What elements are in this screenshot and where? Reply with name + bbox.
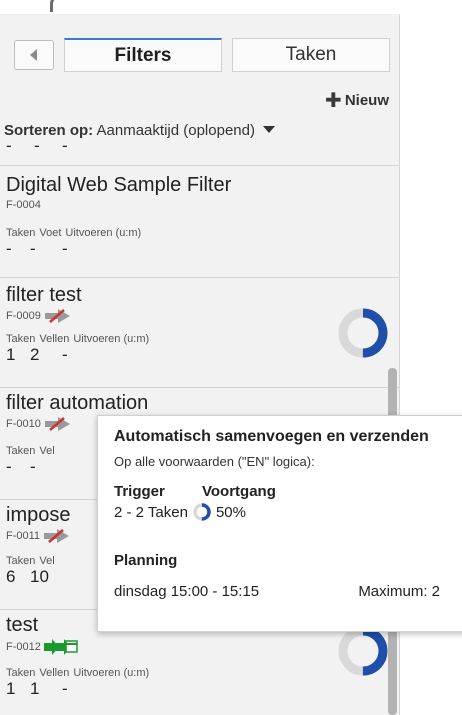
top-strip (0, 0, 462, 14)
sort-value[interactable]: Aanmaaktijd (oplopend) (97, 122, 255, 139)
new-filter-label: Nieuw (344, 92, 389, 109)
value: - (6, 239, 12, 258)
filter-item[interactable]: filter test F-0009 Taken Vellen Uitvoere… (0, 278, 399, 388)
disabled-arrow-icon (44, 417, 70, 431)
filter-id: F-0004 (6, 199, 399, 211)
column-label: Taken (6, 667, 36, 679)
progress-ring (338, 308, 388, 358)
value: - (62, 345, 68, 364)
column-label: Vel (39, 445, 55, 457)
maximum-text: Maximum: 2 (358, 583, 440, 600)
partial-value: - (34, 136, 40, 155)
schedule-text: dinsdag 15:00 - 15:15 (114, 583, 260, 600)
value: 1 (6, 345, 16, 364)
partial-value: - (62, 136, 68, 155)
chevron-left-icon (30, 49, 37, 61)
new-filter-button[interactable]: ✚ Nieuw (325, 89, 389, 112)
value: 1 (6, 679, 16, 698)
progress-heading: Voortgang (202, 483, 276, 500)
column-label: Taken (6, 227, 36, 239)
value: - (6, 457, 12, 476)
value: 1 (30, 679, 40, 698)
filter-id-text: F-0010 (6, 418, 41, 430)
tab-filters[interactable]: Filters (64, 38, 222, 72)
column-label: Taken (6, 445, 36, 457)
filter-id-text: F-0009 (6, 310, 41, 322)
trigger-value: 2 - 2 Taken (114, 503, 188, 521)
tooltip-headers: Trigger Voortgang (114, 483, 460, 500)
progress-ring-small (193, 503, 211, 521)
tooltip-values: 2 - 2 Taken 50% (114, 502, 460, 522)
schedule-row: dinsdag 15:00 - 15:15 Maximum: 2 (114, 583, 460, 600)
tooltip-title: Automatisch samenvoegen en verzenden (114, 428, 429, 445)
disabled-arrow-icon (44, 529, 70, 543)
sort-label: Sorteren op: (4, 122, 94, 139)
partial-value: - (6, 136, 12, 155)
column-label: Vellen (39, 333, 70, 345)
filter-id-text: F-0012 (6, 641, 41, 653)
filter-values: - - - (6, 239, 399, 259)
filter-name: filter test (6, 284, 82, 306)
caret-down-icon[interactable] (263, 126, 276, 133)
window-edge (50, 0, 462, 12)
value: 6 (6, 567, 16, 586)
column-label: Vellen (39, 667, 70, 679)
progress-ring (338, 626, 388, 676)
column-label: Vel (39, 555, 55, 567)
filter-values: 1 1 - (6, 679, 399, 699)
progress-value: 50% (215, 503, 246, 521)
scheduled-arrow-icon (43, 639, 78, 655)
tooltip-subtitle: Op alle voorwaarden ("EN" logica): (114, 454, 315, 469)
value: - (30, 457, 36, 476)
back-button[interactable] (14, 40, 54, 70)
column-label: Uitvoeren (u:m) (73, 667, 150, 679)
planning-heading: Planning (114, 552, 178, 569)
column-label: Taken (6, 555, 36, 567)
value: 10 (30, 567, 49, 586)
column-label: Voet (39, 227, 62, 239)
column-label: Taken (6, 333, 36, 345)
value: 2 (30, 345, 40, 364)
value: - (62, 679, 68, 698)
plus-icon: ✚ (325, 89, 342, 112)
automation-tooltip: Automatisch samenvoegen en verzenden Op … (97, 415, 462, 632)
filter-name: Digital Web Sample Filter (6, 174, 232, 196)
value: - (62, 239, 68, 258)
filter-id-text: F-0011 (6, 530, 41, 542)
filter-name: filter automation (6, 392, 149, 414)
disabled-arrow-icon (44, 309, 70, 323)
tab-bar: Filters Taken (0, 14, 399, 80)
list-item-partial[interactable]: --- (0, 136, 399, 166)
column-label: Uitvoeren (u:m) (73, 333, 150, 345)
sort-control[interactable]: Sorteren op: Aanmaaktijd (oplopend) (4, 122, 276, 139)
filter-id-text: F-0004 (6, 199, 41, 211)
trigger-heading: Trigger (114, 483, 165, 500)
column-label: Uitvoeren (u:m) (65, 227, 142, 239)
filter-columns: Taken Voet Uitvoeren (u:m) (6, 227, 399, 239)
filter-item[interactable]: Digital Web Sample Filter F-0004 Taken V… (0, 166, 399, 278)
value: - (30, 239, 36, 258)
tab-taken[interactable]: Taken (232, 38, 390, 72)
